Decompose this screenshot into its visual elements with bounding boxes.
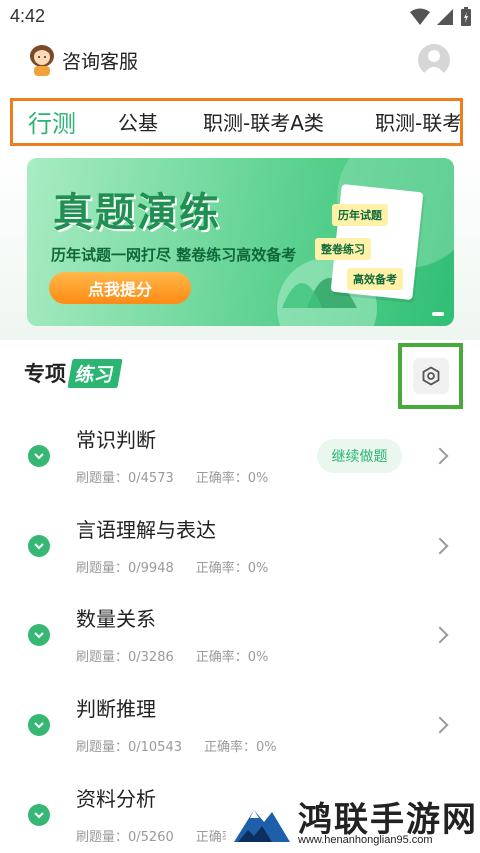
user-avatar[interactable]	[418, 44, 450, 76]
settings-button[interactable]	[398, 343, 463, 409]
signal-icon	[437, 9, 453, 25]
practice-item-stats: 刷题量：0/4573 正确率：0%	[76, 467, 268, 486]
expand-toggle-icon[interactable]	[28, 714, 50, 736]
hexagon-settings-icon	[422, 366, 439, 386]
practice-item-stats: 刷题量：0/9948 正确率：0%	[76, 557, 268, 576]
practice-item-name: 言语理解与表达	[76, 518, 216, 542]
question-count: 刷题量：0/5260	[76, 830, 174, 845]
banner-subtitle: 历年试题一网打尽 整卷练习高效备考	[51, 246, 297, 264]
chevron-right-icon	[431, 447, 449, 465]
tab-zhice-a[interactable]: 职测-联考A类	[203, 107, 324, 136]
boost-score-button[interactable]: 点我提分	[49, 272, 191, 304]
tab-zhice[interactable]: 职测-联考	[375, 107, 460, 136]
expand-toggle-icon[interactable]	[28, 535, 50, 557]
chevron-down-icon	[34, 631, 44, 638]
practice-item-changshi[interactable]: 常识判断 刷题量：0/4573 正确率：0% 继续做题	[0, 415, 480, 505]
mountain-logo-icon	[234, 810, 290, 842]
practice-item-name: 常识判断	[76, 428, 156, 452]
practice-item-stats: 刷题量：0/10543 正确率：0%	[76, 736, 277, 755]
practice-item-shuliang[interactable]: 数量关系 刷题量：0/3286 正确率：0%	[0, 594, 480, 684]
question-count: 刷题量：0/4573	[76, 471, 174, 486]
chevron-right-icon	[431, 626, 449, 644]
customer-service-button[interactable]: 咨询客服	[28, 44, 138, 76]
section-title-badge: 练习	[67, 358, 123, 388]
banner-title: 真题演练	[53, 190, 221, 236]
service-avatar-icon	[30, 45, 54, 76]
banner-tag: 历年试题	[332, 204, 388, 226]
site-watermark: 鸿联手游网 www.henanhonglian95.com	[226, 788, 480, 853]
accuracy-rate: 正确率：0%	[195, 561, 269, 576]
status-bar: 4:42	[0, 0, 480, 34]
question-count: 刷题量：0/10543	[76, 740, 183, 755]
status-time: 4:42	[10, 6, 46, 26]
tab-xingce[interactable]: 行测	[28, 104, 76, 139]
chevron-right-icon	[431, 537, 449, 555]
practice-item-name: 资料分析	[76, 787, 156, 811]
expand-toggle-icon[interactable]	[28, 804, 50, 826]
banner-tag: 高效备考	[347, 268, 403, 290]
header: 咨询客服	[0, 34, 480, 90]
section-title: 专项 练习	[24, 358, 123, 388]
watermark-url: www.henanhonglian95.com	[298, 834, 433, 846]
accuracy-rate: 正确率：0%	[195, 650, 269, 665]
practice-item-stats: 刷题量：0/3286 正确率：0%	[76, 646, 268, 665]
chevron-down-icon	[34, 452, 44, 459]
chevron-down-icon	[34, 811, 44, 818]
settings-button-inner	[412, 358, 449, 394]
question-count: 刷题量：0/9948	[76, 561, 174, 576]
accuracy-rate: 正确率：0%	[195, 471, 269, 486]
battery-icon	[461, 7, 471, 26]
practice-item-yanyu[interactable]: 言语理解与表达 刷题量：0/9948 正确率：0%	[0, 505, 480, 595]
banner-tag: 整卷练习	[315, 238, 371, 260]
section-title-main: 专项	[24, 362, 66, 386]
expand-toggle-icon[interactable]	[28, 624, 50, 646]
user-avatar-icon	[422, 50, 446, 76]
wifi-icon	[410, 8, 430, 25]
banner-page-indicator	[432, 312, 444, 316]
promo-banner[interactable]: 真题演练 历年试题一网打尽 整卷练习高效备考 点我提分 历年试题 整卷练习 高效…	[27, 158, 454, 326]
chevron-down-icon	[34, 542, 44, 549]
practice-item-panduan[interactable]: 判断推理 刷题量：0/10543 正确率：0%	[0, 684, 480, 774]
tab-gongji[interactable]: 公基	[118, 107, 158, 136]
continue-practice-button[interactable]: 继续做题	[317, 439, 402, 473]
expand-toggle-icon[interactable]	[28, 445, 50, 467]
customer-service-label: 咨询客服	[62, 50, 139, 73]
accuracy-rate: 正确率：0%	[204, 740, 277, 755]
system-icons	[410, 7, 472, 27]
chevron-right-icon	[431, 716, 449, 734]
chevron-down-icon	[34, 721, 44, 728]
subject-tabs: 行测 公基 职测-联考A类 职测-联考	[10, 98, 463, 146]
practice-item-name: 判断推理	[76, 697, 156, 721]
question-count: 刷题量：0/3286	[76, 650, 174, 665]
practice-item-name: 数量关系	[76, 607, 156, 631]
